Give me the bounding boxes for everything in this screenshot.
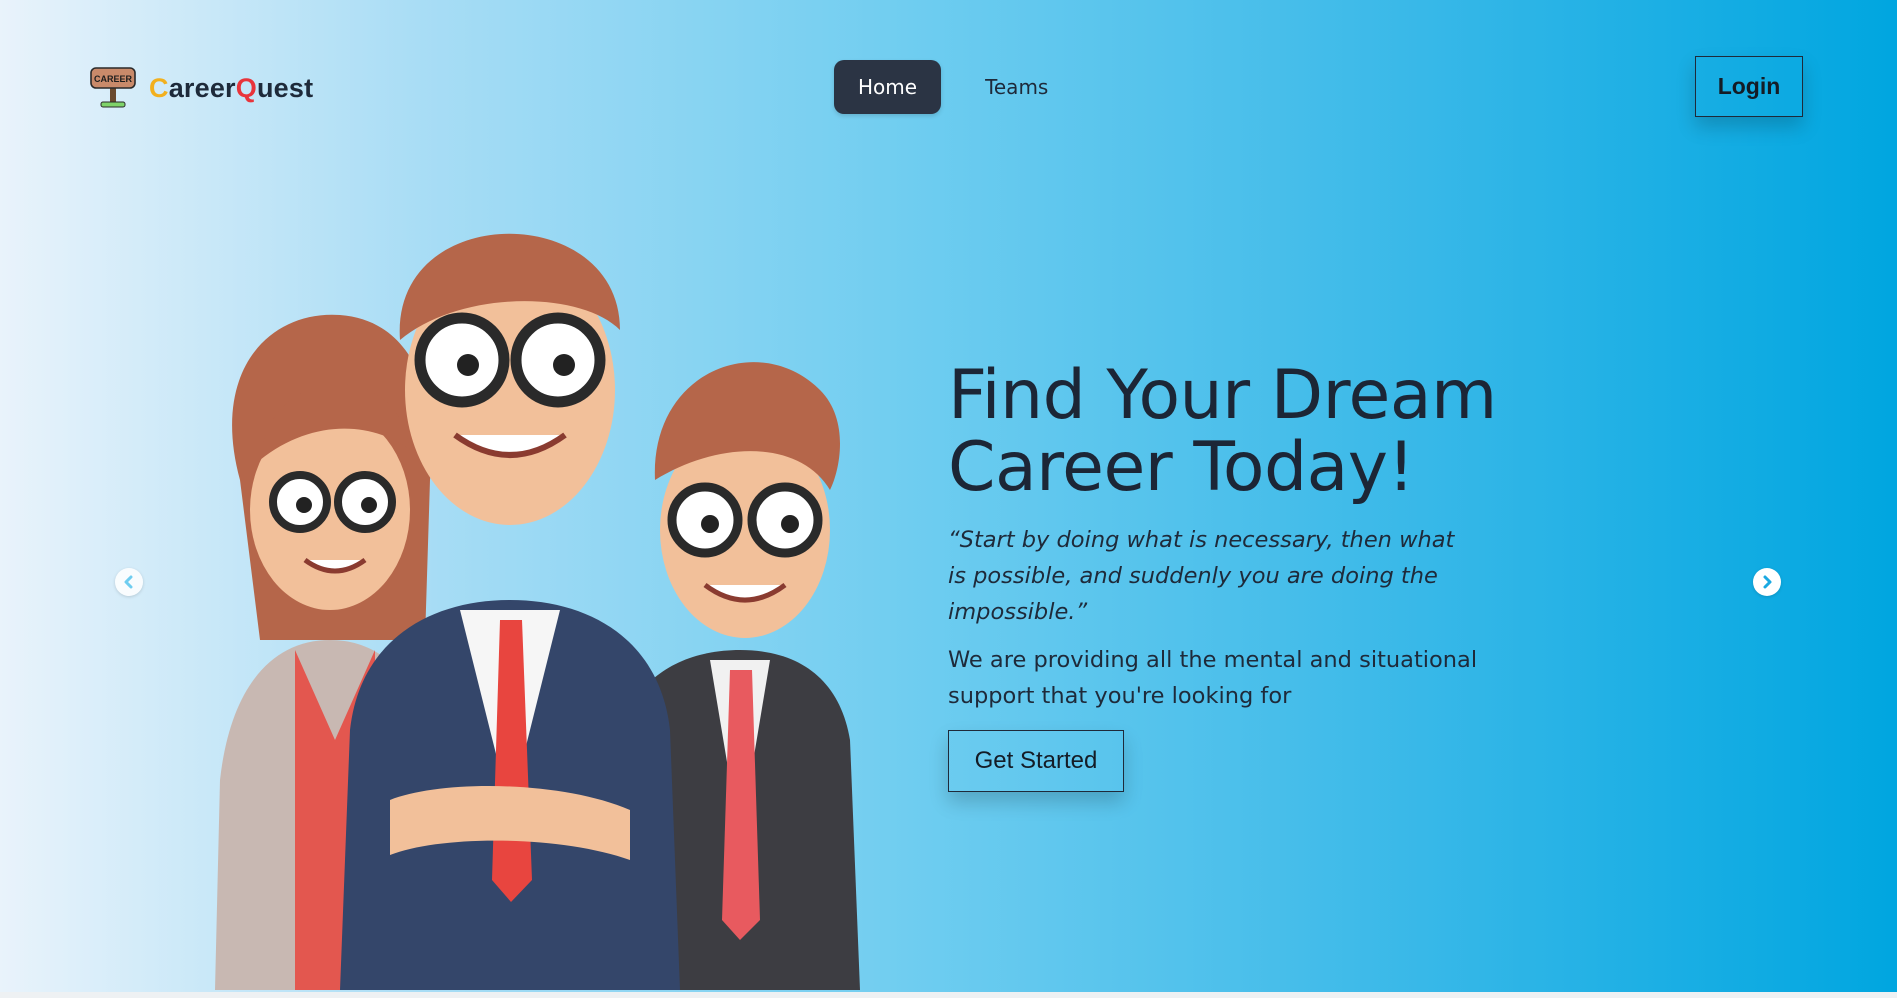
brand-name: CareerQuest [149, 73, 313, 104]
main-nav: Home Teams [834, 60, 1072, 114]
login-button[interactable]: Login [1695, 56, 1803, 117]
logo-sign-text: CAREER [94, 74, 133, 84]
chevron-left-icon [124, 575, 133, 589]
nav-teams-link[interactable]: Teams [961, 60, 1072, 114]
brand-text-part: uest [256, 72, 314, 103]
hero-quote: “Start by doing what is necessary, then … [948, 527, 1455, 625]
hero-illustration [200, 220, 920, 990]
hero-title: Find Your Dream Career Today! [948, 360, 1548, 504]
brand-letter-q: Q [235, 72, 257, 103]
page-bottom-edge [0, 992, 1897, 998]
carousel-next-button[interactable] [1753, 568, 1781, 596]
chevron-right-icon [1763, 575, 1772, 589]
carousel-prev-button[interactable] [115, 568, 143, 596]
career-signpost-icon: CAREER [89, 64, 139, 112]
hero-title-line-1: Find Your Dream [948, 356, 1497, 435]
brand-logo[interactable]: CAREER CareerQuest [89, 64, 313, 112]
hero-content: Find Your Dream Career Today! “Start by … [948, 360, 1548, 792]
hero-title-line-2: Career Today! [948, 428, 1415, 507]
brand-letter-c: C [149, 72, 169, 103]
nav-home-link[interactable]: Home [834, 60, 942, 114]
get-started-button[interactable]: Get Started [948, 730, 1124, 792]
brand-text-part: areer [168, 72, 236, 103]
hero-support-text: We are providing all the mental and situ… [948, 647, 1478, 709]
